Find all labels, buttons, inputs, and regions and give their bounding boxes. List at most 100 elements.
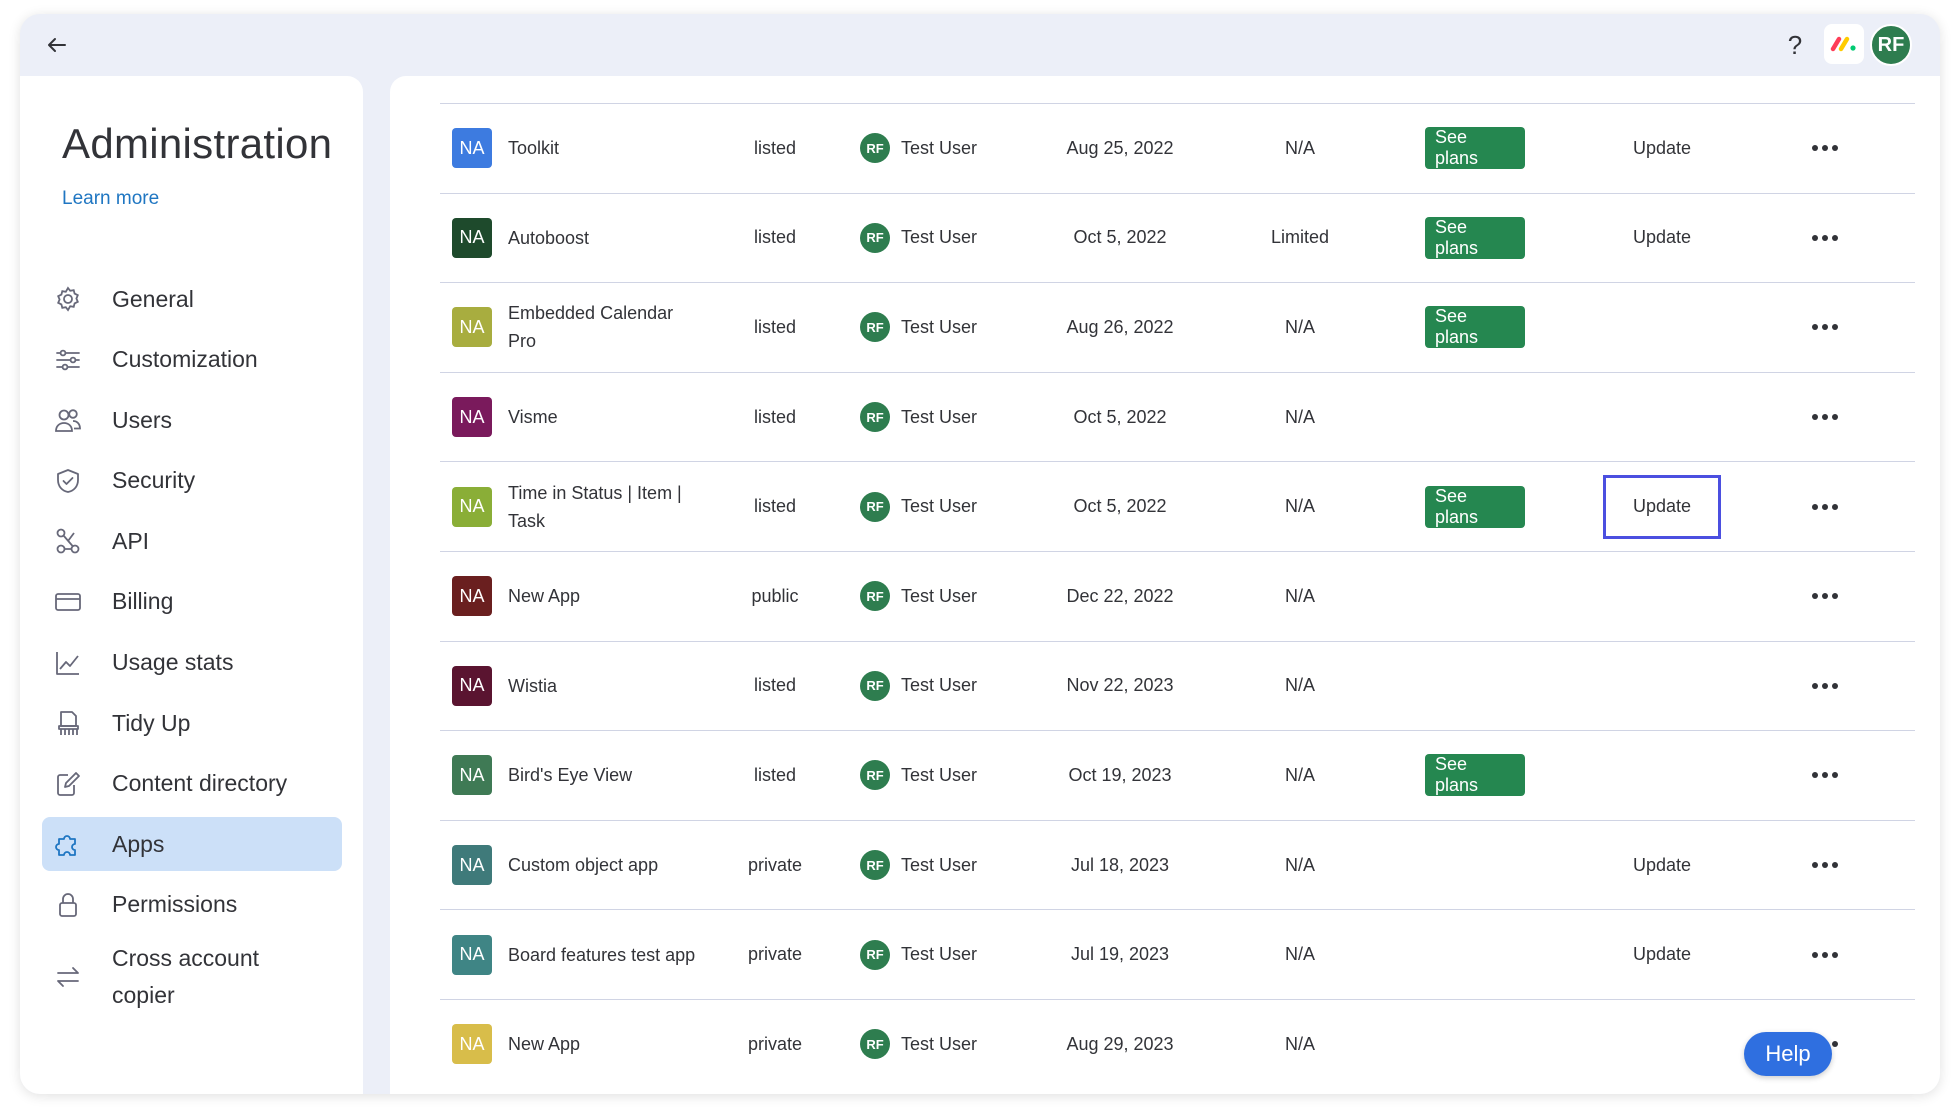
table-row[interactable]: NA Autoboost listed RF Test User Oct 5, 2022 L…	[440, 192, 1915, 283]
update-cell: Update	[1600, 104, 1724, 193]
owner-avatar: RF	[860, 222, 890, 253]
sidebar-item-label: Tidy Up	[112, 709, 191, 736]
sidebar-item-apps[interactable]: Apps	[42, 817, 342, 872]
broom-icon	[58, 711, 79, 736]
more-dots-icon	[1812, 593, 1838, 600]
app-badge: NA	[452, 1024, 492, 1065]
more-options-button[interactable]	[1800, 552, 1850, 641]
top-bar: ? RF	[20, 14, 1940, 76]
plans-cell: See plans	[1425, 731, 1525, 820]
app-name[interactable]: Time in Status | Item | Task	[508, 462, 698, 551]
more-options-button[interactable]	[1800, 104, 1850, 193]
user-avatar[interactable]: RF	[1870, 24, 1912, 66]
sidebar-item-usage-stats[interactable]: Usage stats	[42, 636, 342, 690]
apps-table: NA Toolkit listed RF Test User Aug 25, 2022 N/…	[440, 103, 1915, 1089]
apps-panel: NA Toolkit listed RF Test User Aug 25, 2022 N/…	[390, 76, 1940, 1094]
table-row[interactable]: NA Time in Status | Item | Task listed RF Te…	[440, 461, 1915, 551]
app-status: private	[747, 1033, 803, 1054]
sidebar-item-permissions[interactable]: Permissions	[42, 878, 342, 932]
app-name[interactable]: Autoboost	[508, 194, 698, 283]
more-dots-icon	[1812, 414, 1838, 421]
more-options-button[interactable]	[1800, 731, 1850, 820]
app-badge: NA	[452, 665, 492, 706]
more-dots-icon	[1812, 234, 1838, 241]
more-options-button[interactable]	[1800, 373, 1850, 462]
app-name[interactable]: Bird's Eye View	[508, 731, 698, 820]
table-row[interactable]: NA Visme listed RF Test User Oct 5, 2022 N/A	[440, 371, 1915, 462]
update-button[interactable]: Update	[1603, 474, 1721, 539]
back-button[interactable]	[40, 28, 74, 62]
see-plans-button[interactable]: See plans	[1425, 754, 1525, 797]
app-badge: NA	[452, 307, 492, 348]
table-row[interactable]: NA Embedded Calendar Pro listed RF Test User…	[440, 282, 1915, 372]
plans-cell: See plans	[1425, 283, 1525, 372]
app-owner: RF Test User	[860, 1000, 1020, 1089]
more-options-button[interactable]	[1800, 462, 1850, 551]
usage-limit: N/A	[1284, 1033, 1315, 1054]
usage-limit: N/A	[1284, 764, 1315, 785]
install-date: Dec 22, 2022	[1066, 585, 1174, 606]
learn-more-link[interactable]: Learn more	[62, 188, 159, 210]
sliders-icon	[56, 349, 80, 370]
app-name[interactable]: Toolkit	[508, 104, 698, 193]
monday-logo-icon[interactable]	[1824, 24, 1864, 64]
app-name[interactable]: New App	[508, 1000, 698, 1089]
app-name[interactable]: Visme	[508, 373, 698, 462]
edit-doc-icon	[57, 771, 80, 796]
table-row[interactable]: NA Toolkit listed RF Test User Aug 25, 2022 N/…	[440, 103, 1915, 193]
update-cell: Update	[1600, 194, 1724, 283]
install-date: Nov 22, 2023	[1066, 675, 1174, 696]
app-name[interactable]: New App	[508, 552, 698, 641]
more-options-button[interactable]	[1800, 910, 1850, 999]
install-date: Aug 29, 2023	[1066, 1033, 1174, 1054]
see-plans-button[interactable]: See plans	[1425, 485, 1525, 528]
more-options-button[interactable]	[1800, 283, 1850, 372]
usage-limit: N/A	[1284, 944, 1315, 965]
admin-sidebar: Administration Learn more General Custom…	[20, 76, 363, 1094]
sidebar-item-label: Apps	[112, 830, 165, 857]
app-status: listed	[753, 496, 797, 517]
table-row[interactable]: NA Custom object app private RF Test User Jul…	[440, 819, 1915, 910]
table-row[interactable]: NA New App private RF Test User Aug 29, 2023 N…	[440, 998, 1915, 1089]
sidebar-item-cross-account-copier[interactable]: Cross account copier	[42, 939, 342, 1015]
more-options-button[interactable]	[1800, 821, 1850, 910]
sidebar-item-tidy-up[interactable]: Tidy Up	[42, 696, 342, 750]
sidebar-item-customization[interactable]: Customization	[42, 333, 342, 387]
table-row[interactable]: NA Board features test app private RF Test U…	[440, 909, 1915, 999]
update-button[interactable]: Update	[1603, 833, 1721, 897]
table-row[interactable]: NA Bird's Eye View listed RF Test User Oct 19…	[440, 730, 1915, 820]
sidebar-item-label: Permissions	[112, 891, 238, 918]
sidebar-item-label: Usage stats	[112, 649, 234, 676]
sidebar-item-general[interactable]: General	[42, 272, 342, 326]
see-plans-button[interactable]: See plans	[1425, 127, 1525, 170]
app-badge: NA	[452, 755, 492, 796]
help-button[interactable]: Help	[1744, 1032, 1832, 1076]
app-status: listed	[753, 227, 797, 248]
owner-avatar: RF	[860, 402, 890, 433]
table-row[interactable]: NA New App public RF Test User Dec 22, 2022 N/…	[440, 550, 1915, 641]
sidebar-item-billing[interactable]: Billing	[42, 575, 342, 629]
app-owner: RF Test User	[860, 552, 1020, 641]
update-button[interactable]: Update	[1603, 923, 1721, 987]
sidebar-item-label: Content directory	[112, 770, 288, 797]
see-plans-button[interactable]: See plans	[1425, 216, 1525, 259]
update-button[interactable]: Update	[1603, 206, 1721, 270]
sidebar-item-api[interactable]: API	[42, 514, 342, 568]
app-name[interactable]: Embedded Calendar Pro	[508, 283, 698, 372]
more-options-button[interactable]	[1800, 642, 1850, 731]
app-name[interactable]: Board features test app	[508, 910, 698, 999]
update-cell: Update	[1600, 910, 1724, 999]
help-question-icon[interactable]: ?	[1780, 30, 1810, 61]
app-name[interactable]: Custom object app	[508, 821, 698, 910]
app-status: listed	[753, 675, 797, 696]
table-row[interactable]: NA Wistia listed RF Test User Nov 22, 2023 N/A	[440, 640, 1915, 731]
see-plans-button[interactable]: See plans	[1425, 306, 1525, 349]
app-name[interactable]: Wistia	[508, 642, 698, 731]
more-dots-icon	[1812, 862, 1838, 869]
more-options-button[interactable]	[1800, 194, 1850, 283]
sidebar-item-security[interactable]: Security	[42, 454, 342, 508]
update-button[interactable]: Update	[1603, 116, 1721, 180]
sidebar-item-users[interactable]: Users	[42, 393, 342, 447]
app-owner: RF Test User	[860, 731, 1020, 820]
sidebar-item-content-directory[interactable]: Content directory	[42, 757, 342, 811]
